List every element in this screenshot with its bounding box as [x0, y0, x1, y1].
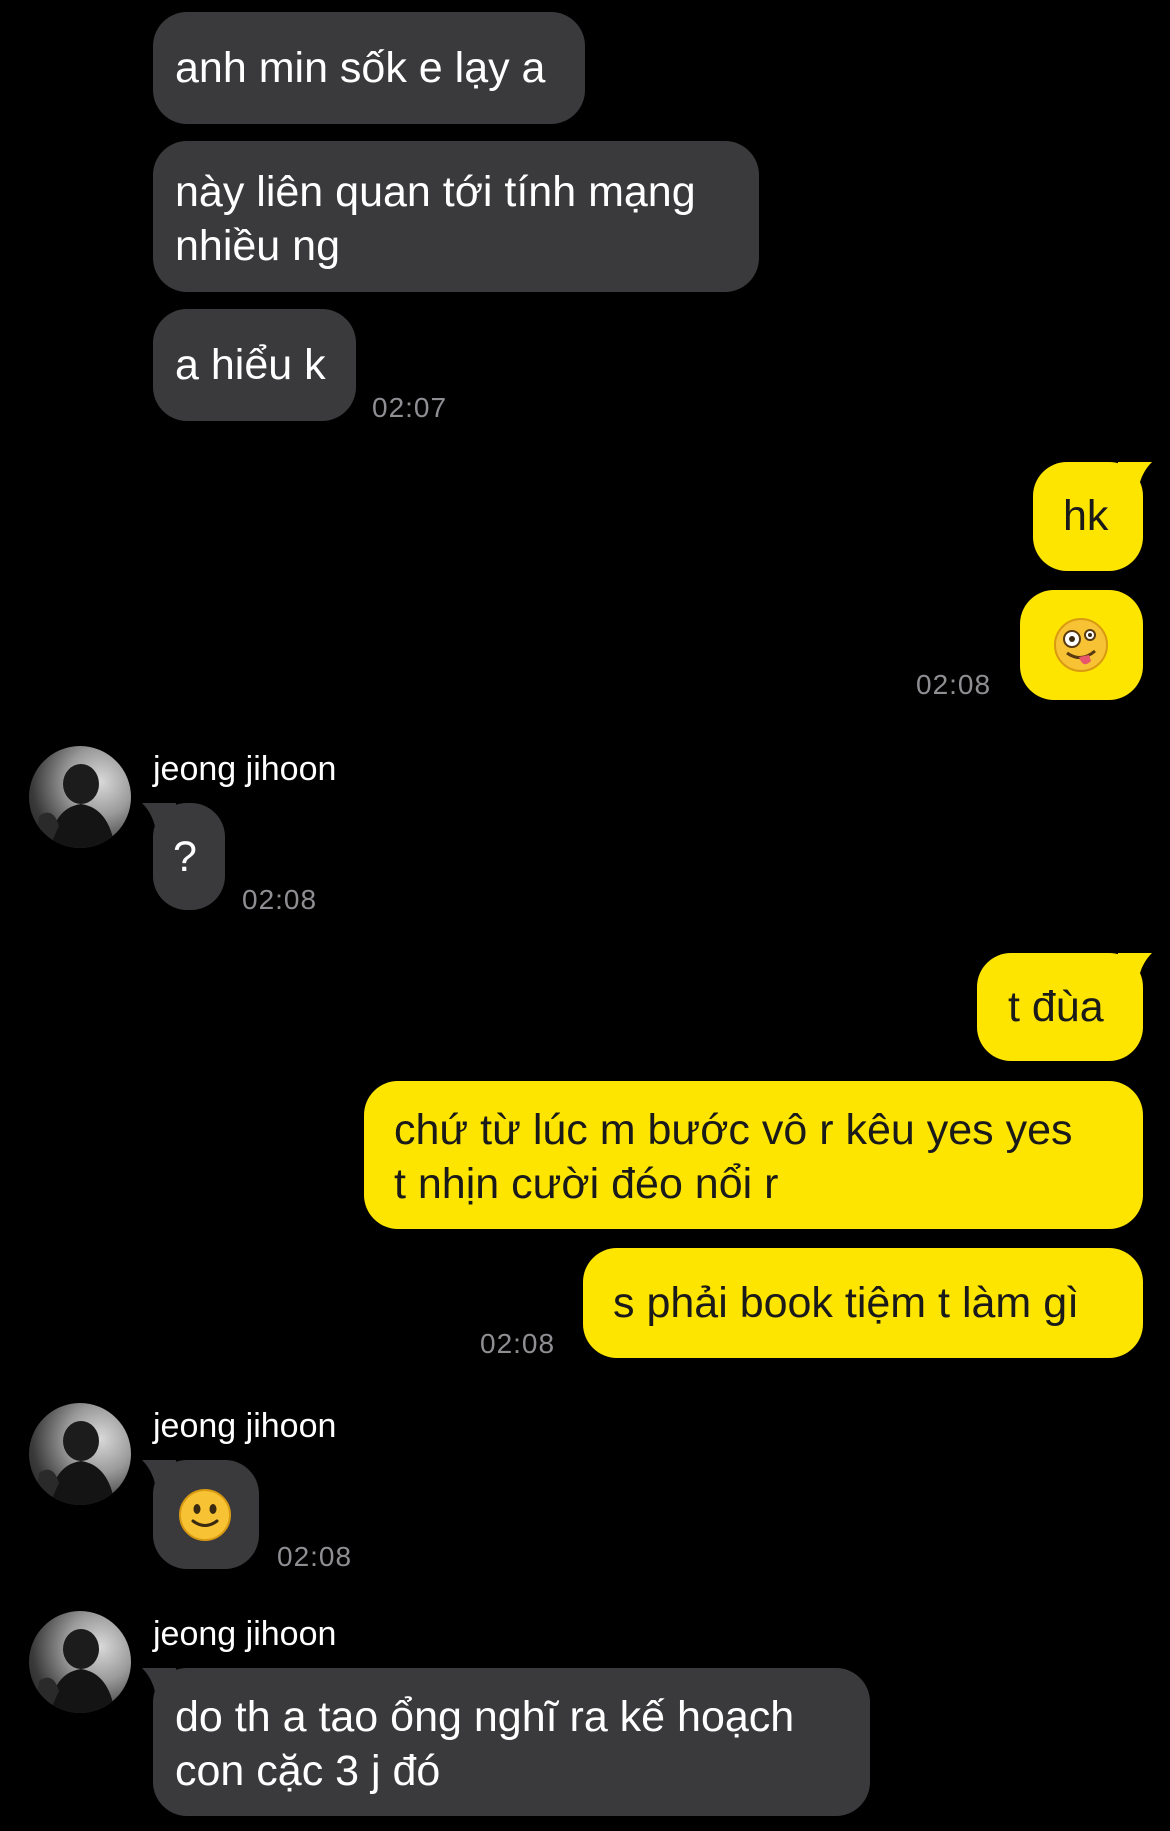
message-timestamp: 02:08 [242, 884, 318, 915]
sender-name: jeong jihoon [153, 750, 337, 788]
message-timestamp: 02:08 [277, 1541, 353, 1572]
sender-name: jeong jihoon [153, 1615, 337, 1653]
message-text: ? [173, 833, 197, 881]
slightly-smiling-face-emoji-icon [179, 1489, 231, 1541]
message-text-line: t nhịn cười đéo nổi r [394, 1160, 779, 1208]
contact-avatar[interactable] [29, 1611, 131, 1713]
incoming-message-bubble[interactable]: này liên quan tới tính mạng nhiều ng [153, 141, 759, 292]
message-timestamp: 02:07 [372, 392, 448, 423]
message-text: anh min sốk e lạy a [175, 44, 546, 92]
message-text-line: do th a tao ổng nghĩ ra kế hoạch [175, 1693, 795, 1741]
incoming-message-bubble[interactable]: a hiểu k [153, 309, 356, 421]
bubble-tail [1118, 462, 1152, 492]
incoming-message-bubble[interactable]: anh min sốk e lạy a [153, 12, 585, 124]
message-timestamp: 02:08 [480, 1328, 556, 1359]
message-text: hk [1063, 492, 1109, 540]
outgoing-message-bubble[interactable]: s phải book tiệm t làm gì [583, 1248, 1143, 1358]
message-text: t đùa [1008, 983, 1104, 1031]
outgoing-message-bubble[interactable]: chứ từ lúc m bước vô r kêu yes yes t nhị… [364, 1081, 1143, 1229]
contact-avatar[interactable] [29, 746, 131, 848]
bubble-tail [1118, 953, 1152, 983]
outgoing-message-bubble[interactable] [1020, 590, 1143, 700]
contact-avatar[interactable] [29, 1403, 131, 1505]
message-text-line: con cặc 3 j đó [175, 1747, 441, 1795]
message-text: s phải book tiệm t làm gì [613, 1279, 1080, 1327]
sender-name: jeong jihoon [153, 1407, 337, 1445]
message-text-line: chứ từ lúc m bước vô r kêu yes yes [394, 1106, 1073, 1154]
message-text-line: này liên quan tới tính mạng [175, 168, 696, 216]
zany-face-emoji-icon [1054, 618, 1108, 672]
incoming-message-bubble[interactable]: ? [153, 803, 225, 910]
message-text-line: nhiều ng [175, 222, 340, 270]
incoming-message-bubble[interactable]: do th a tao ổng nghĩ ra kế hoạch con cặc… [153, 1668, 870, 1816]
incoming-message-bubble[interactable] [153, 1460, 259, 1569]
message-timestamp: 02:08 [916, 669, 992, 700]
message-text: a hiểu k [175, 341, 326, 389]
